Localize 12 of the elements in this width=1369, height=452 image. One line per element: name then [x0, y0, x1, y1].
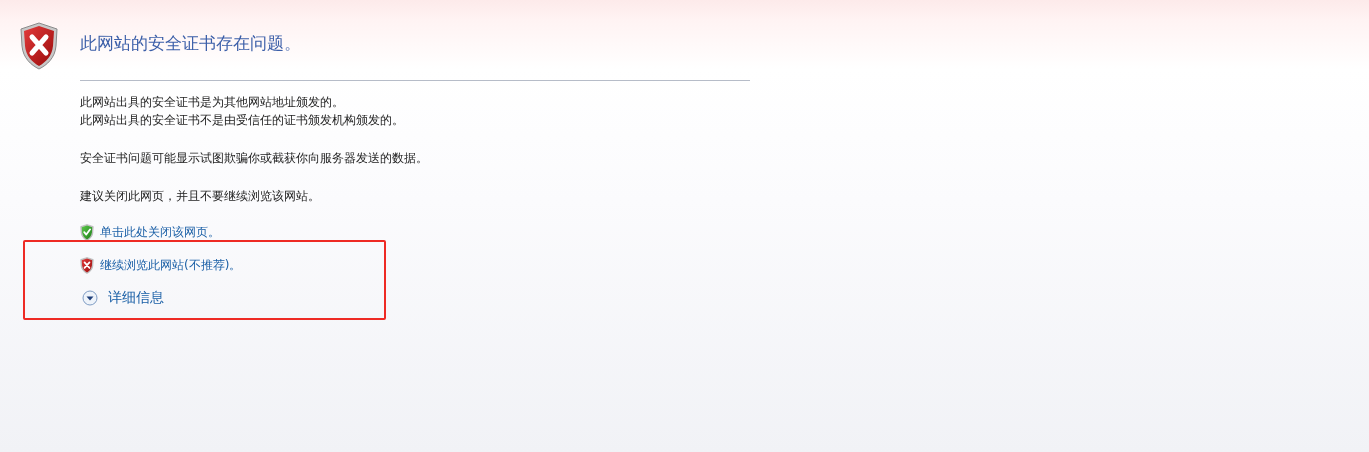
body-text: 安全证书问题可能显示试图欺骗你或截获你向服务器发送的数据。: [80, 150, 429, 167]
link[interactable]: 继续浏览此网站(不推荐)。: [100, 256, 242, 274]
body-text: 此网站出具的安全证书是为其他网站地址颁发的。: [80, 94, 345, 111]
shield-icon: [80, 223, 94, 241]
more-info-link[interactable]: 详细信息: [108, 289, 164, 307]
page-heading: 此网站的安全证书存在问题。: [80, 32, 302, 55]
expand-icon[interactable]: [82, 290, 98, 306]
warning-shield-icon: [19, 22, 59, 70]
body-text: 建议关闭此网页，并且不要继续浏览该网站。: [80, 188, 321, 205]
body-text: 此网站出具的安全证书不是由受信任的证书颁发机构颁发的。: [80, 112, 405, 129]
link[interactable]: 单击此处关闭该网页。: [100, 223, 220, 241]
shield-icon: [80, 256, 94, 274]
